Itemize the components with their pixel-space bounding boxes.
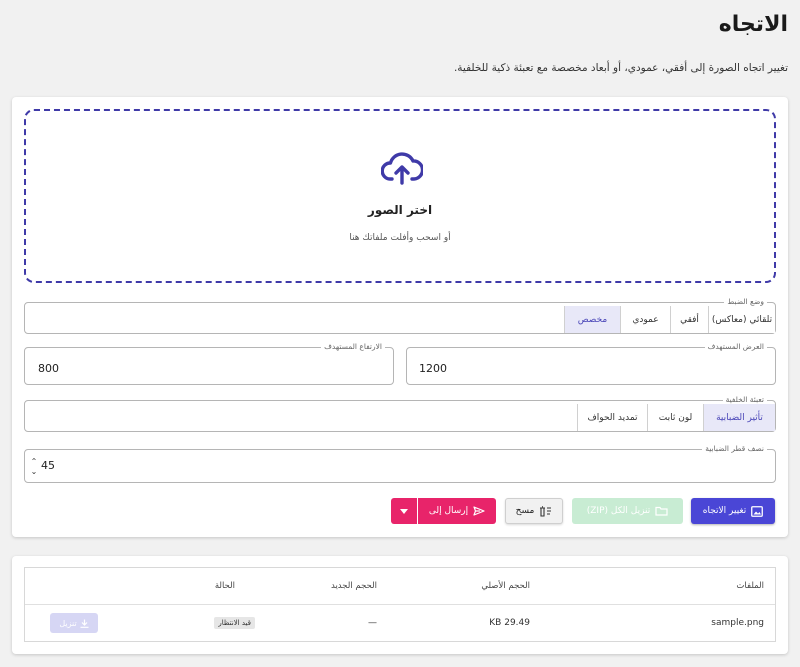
- header-files: الملفات: [736, 581, 764, 591]
- files-table: الملفات الحجم الأصلي الحجم الجديد الحالة…: [24, 567, 776, 642]
- dropzone-subtitle: أو اسحب وأفلت ملفاتك هنا: [349, 233, 451, 243]
- background-option-blur[interactable]: تأثير الضبابية: [703, 404, 775, 431]
- download-all-zip-label: تنزيل الكل (ZIP): [586, 506, 651, 516]
- blur-radius-field[interactable]: نصف قطر الضبابية ⌃ ⌄ 45: [24, 445, 776, 483]
- page-description: تغيير اتجاه الصورة إلى أفقي، عمودي، أو أ…: [453, 62, 788, 74]
- download-all-zip-button[interactable]: تنزيل الكل (ZIP): [572, 498, 683, 524]
- settings-card: اختر الصور أو اسحب وأفلت ملفاتك هنا وضع …: [12, 97, 788, 537]
- image-icon: [751, 505, 764, 517]
- change-orientation-button[interactable]: تغيير الاتجاه: [691, 498, 775, 524]
- folder-icon: [655, 506, 668, 516]
- header-status: الحالة: [214, 581, 235, 591]
- target-height-label: الارتفاع المستهدف: [324, 342, 382, 351]
- table-row: sample.png 29.49 KB — قيد الانتظار تنزيل: [25, 605, 775, 642]
- blur-radius-value[interactable]: 45: [41, 459, 55, 472]
- change-orientation-label: تغيير الاتجاه: [702, 506, 747, 516]
- blur-radius-label: نصف قطر الضبابية: [705, 444, 764, 453]
- send-icon: [473, 506, 485, 516]
- cloud-upload-icon: [381, 152, 423, 185]
- files-table-header: الملفات الحجم الأصلي الحجم الجديد الحالة: [25, 568, 775, 605]
- header-original-size: الحجم الأصلي: [481, 581, 530, 591]
- orientation-option-custom[interactable]: مخصص: [564, 306, 620, 333]
- dropzone-title: اختر الصور: [367, 203, 433, 217]
- target-width-label: العرض المستهدف: [707, 342, 764, 351]
- target-height-field[interactable]: الارتفاع المستهدف 800: [24, 343, 394, 385]
- send-to-dropdown-button[interactable]: [391, 498, 417, 524]
- file-name: sample.png: [711, 618, 764, 628]
- file-new-size: —: [368, 618, 377, 628]
- orientation-mode-legend: وضع الضبط: [727, 297, 764, 306]
- background-option-solid-color[interactable]: لون ثابت: [647, 404, 703, 431]
- files-card: الملفات الحجم الأصلي الحجم الجديد الحالة…: [12, 556, 788, 654]
- blur-radius-stepper[interactable]: ⌃ ⌄: [29, 457, 39, 477]
- send-to-label: إرسال إلى: [428, 506, 469, 516]
- status-badge: قيد الانتظار: [214, 617, 255, 629]
- image-dropzone[interactable]: اختر الصور أو اسحب وأفلت ملفاتك هنا: [24, 109, 776, 283]
- orientation-option-portrait[interactable]: عمودي: [620, 306, 670, 333]
- target-height-value[interactable]: 800: [38, 362, 59, 375]
- background-fill-legend: تعبئة الخلفية: [725, 395, 764, 404]
- clear-button[interactable]: مسح: [505, 498, 563, 524]
- page-title: الاتجاه: [718, 12, 788, 37]
- orientation-mode-group: وضع الضبط تلقائي (معاكس) أفقي عمودي مخصص: [24, 298, 776, 334]
- file-download-button[interactable]: تنزيل: [50, 613, 98, 633]
- background-fill-group: تعبئة الخلفية تأثير الضبابية لون ثابت تم…: [24, 396, 776, 432]
- file-download-label: تنزيل: [59, 618, 77, 628]
- caret-down-icon: [400, 508, 408, 514]
- target-width-value[interactable]: 1200: [419, 362, 447, 375]
- target-width-field[interactable]: العرض المستهدف 1200: [406, 343, 776, 385]
- header-new-size: الحجم الجديد: [330, 581, 377, 591]
- background-option-stretch-edges[interactable]: تمديد الحواف: [577, 404, 647, 431]
- clear-list-icon: [540, 505, 552, 517]
- file-original-size: 29.49 KB: [489, 618, 530, 628]
- send-to-button[interactable]: إرسال إلى: [418, 498, 496, 524]
- clear-label: مسح: [515, 506, 535, 516]
- download-icon: [80, 619, 89, 628]
- orientation-option-landscape[interactable]: أفقي: [670, 306, 708, 333]
- orientation-option-auto[interactable]: تلقائي (معاكس): [708, 306, 775, 333]
